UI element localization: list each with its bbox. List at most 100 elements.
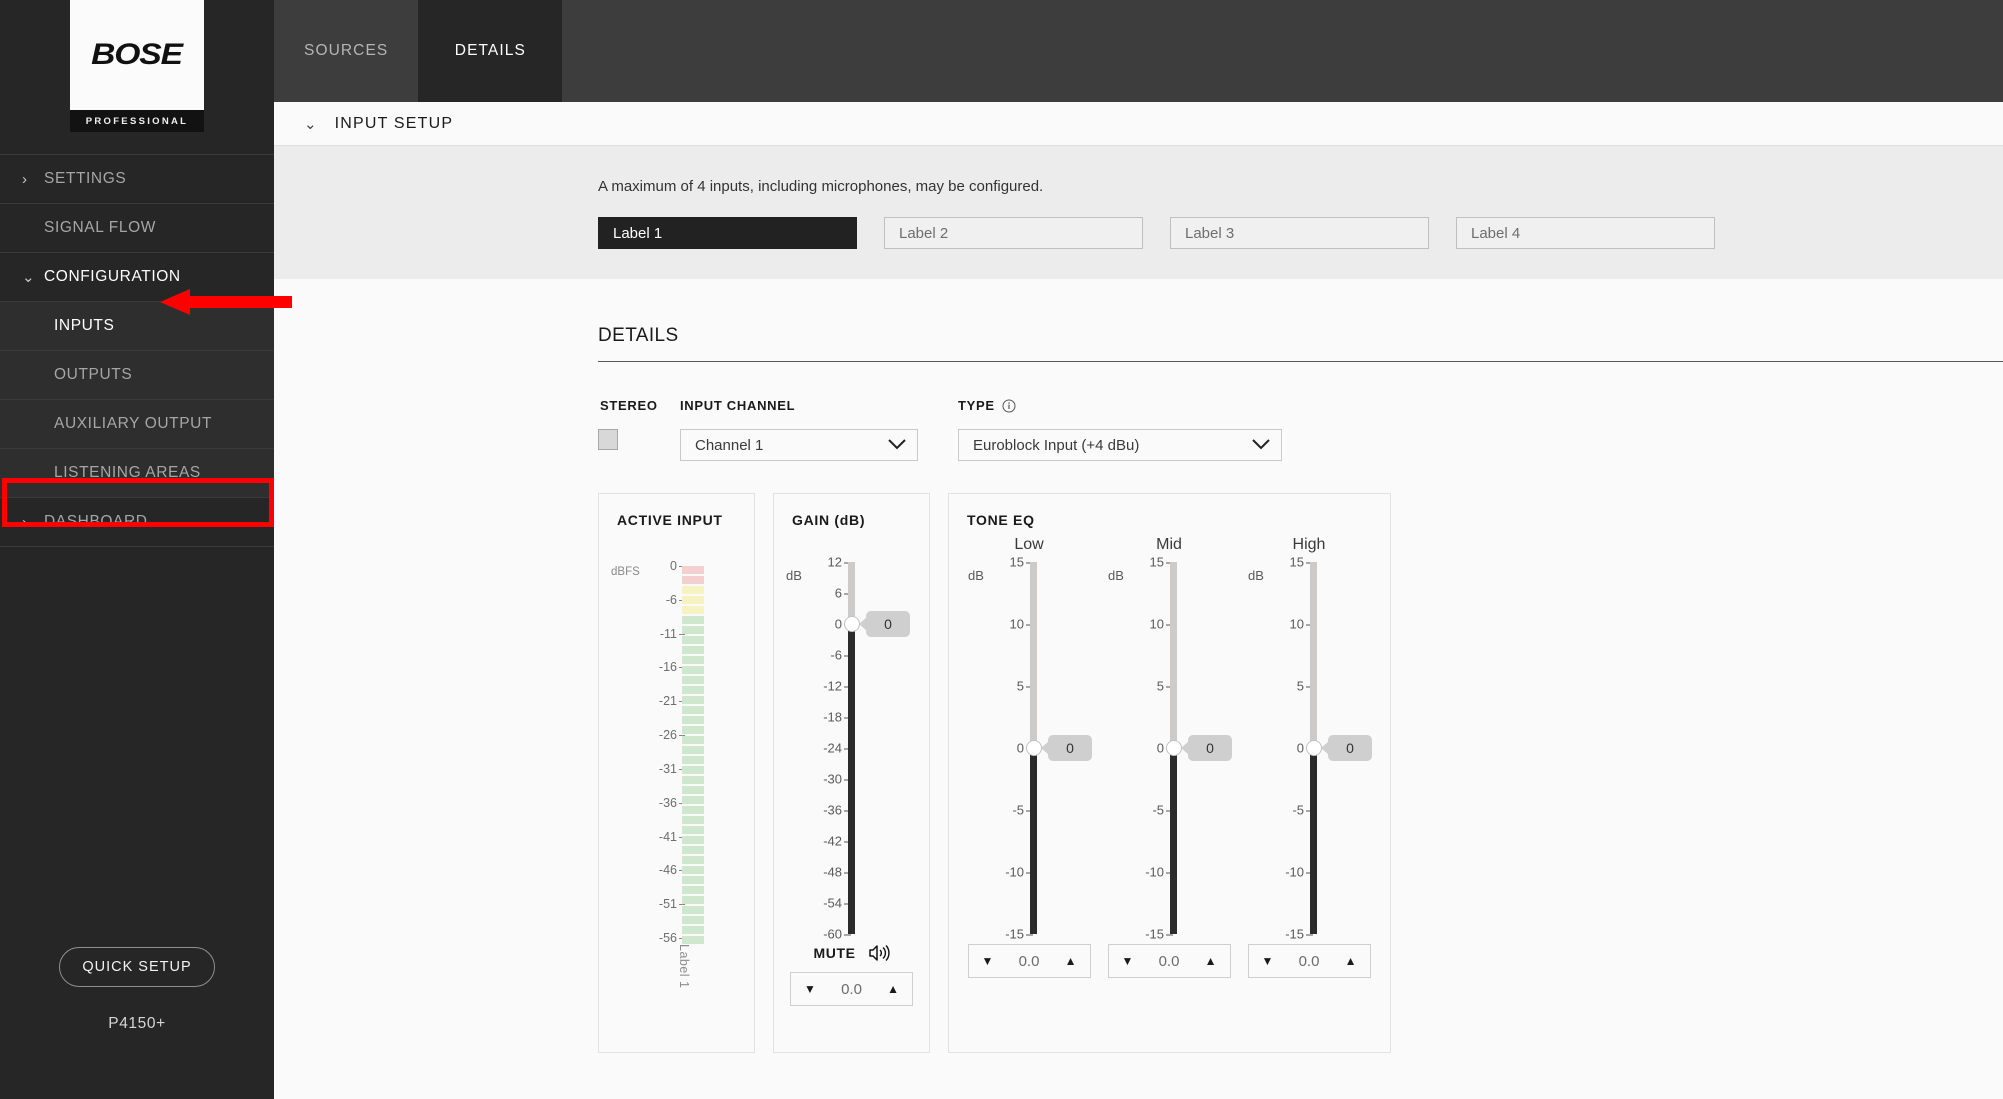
sidebar-item-inputs[interactable]: INPUTS — [0, 302, 274, 351]
brand-logo: BOSE PROFESSIONAL — [70, 0, 204, 132]
active-input-panel: ACTIVE INPUT dBFS 0 -6 -11 -16 -21 -26 -31 -36 -… — [598, 493, 755, 1053]
tone-eq-band-mid: Mid dB 15 10 5 0 -5 -10 -15 0 ▼ 0.0 ▲ — [1099, 536, 1239, 978]
slider-tick: 15 — [1149, 554, 1174, 570]
slider-tick: -54 — [823, 895, 851, 911]
details-section: DETAILS STEREO INPUT CHANNEL Channel 1 T… — [274, 325, 2003, 1053]
triangle-up-icon[interactable]: ▲ — [1065, 955, 1077, 967]
meter-segment — [682, 766, 704, 774]
chevron-right-icon[interactable]: › — [22, 171, 44, 188]
meter-segment — [682, 776, 704, 784]
slider-tick: -18 — [823, 709, 851, 725]
gain-stepper[interactable]: ▼ 0.0 ▲ — [790, 972, 913, 1006]
tone-eq-band-low: Low dB 15 10 5 0 -5 -10 -15 0 ▼ 0.0 ▲ — [959, 536, 1099, 978]
triangle-down-icon[interactable]: ▼ — [1122, 955, 1134, 967]
triangle-up-icon[interactable]: ▲ — [1205, 955, 1217, 967]
meter-segment — [682, 756, 704, 764]
meter-scale: 0 -6 -11 -16 -21 -26 -31 -36 -41 -46 -51 -56 — [641, 559, 686, 945]
tone-eq-stepper-high[interactable]: ▼ 0.0 ▲ — [1247, 944, 1371, 978]
meter-segment — [682, 856, 704, 864]
meter-segment — [682, 886, 704, 894]
quick-setup-button[interactable]: QUICK SETUP — [59, 947, 215, 987]
slider-tick: 10 — [1289, 616, 1314, 632]
meter-segment — [682, 876, 704, 884]
input-channel-select[interactable]: Channel 1 — [680, 429, 918, 461]
tone-eq-slider-high[interactable]: dB 15 10 5 0 -5 -10 -15 0 — [1244, 555, 1374, 942]
bose-logo-box: BOSE — [70, 0, 204, 110]
slider-handle[interactable] — [1166, 740, 1182, 756]
tone-eq-stepper-mid[interactable]: ▼ 0.0 ▲ — [1107, 944, 1231, 978]
slider-tick: -48 — [823, 864, 851, 880]
sidebar-item-label: SIGNAL FLOW — [44, 219, 156, 236]
tab-sources[interactable]: SOURCES — [274, 0, 419, 102]
tone-eq-stepper-value: 0.0 — [1018, 952, 1040, 970]
meter-segment — [682, 916, 704, 924]
slider-tick: -15 — [1005, 926, 1033, 942]
tone-eq-slider-mid[interactable]: dB 15 10 5 0 -5 -10 -15 0 — [1104, 555, 1234, 942]
meter-segment — [682, 806, 704, 814]
input-meter: dBFS 0 -6 -11 -16 -21 -26 -31 -36 -41 -46 -51 -56 L… — [599, 559, 754, 996]
meter-tick: -46 — [658, 863, 686, 878]
gain-slider[interactable]: dB 12 6 0 -6 -12 -18 -24 -30 -36 -42 -48 -54 -60 0 — [782, 555, 912, 942]
sidebar-item-dashboard[interactable]: › DASHBOARD — [0, 498, 274, 547]
meter-tick: -51 — [658, 897, 686, 912]
sidebar-item-outputs[interactable]: OUTPUTS — [0, 351, 274, 400]
chevron-down-icon[interactable] — [887, 438, 907, 452]
slider-track-upper — [1310, 562, 1317, 748]
details-divider — [598, 361, 2003, 362]
sidebar-item-label: OUTPUTS — [54, 366, 133, 383]
triangle-up-icon[interactable]: ▲ — [1345, 955, 1357, 967]
sidebar-item-label: LISTENING AREAS — [54, 464, 201, 481]
triangle-up-icon[interactable]: ▲ — [887, 983, 899, 995]
slider-handle[interactable] — [1306, 740, 1322, 756]
input-label-tab-1[interactable]: Label 1 — [598, 217, 857, 249]
chevron-down-icon[interactable]: ⌄ — [304, 115, 317, 133]
triangle-down-icon[interactable]: ▼ — [1262, 955, 1274, 967]
meter-segment — [682, 586, 704, 594]
slider-tick: 6 — [834, 585, 852, 601]
chevron-right-icon[interactable]: › — [22, 514, 44, 531]
sidebar-item-signal-flow[interactable]: SIGNAL FLOW — [0, 204, 274, 253]
triangle-down-icon[interactable]: ▼ — [804, 983, 816, 995]
sidebar-item-configuration[interactable]: ⌄ CONFIGURATION — [0, 253, 274, 302]
sidebar-item-settings[interactable]: › SETTINGS — [0, 155, 274, 204]
slider-unit-label: dB — [968, 568, 984, 583]
tone-eq-band-label: Low — [1014, 536, 1044, 553]
info-icon[interactable] — [1002, 399, 1016, 413]
slider-tick: -5 — [1152, 802, 1173, 818]
type-label-text: TYPE — [958, 398, 995, 413]
meter-tick: -31 — [658, 761, 686, 776]
triangle-down-icon[interactable]: ▼ — [982, 955, 994, 967]
slider-handle[interactable] — [844, 616, 860, 632]
slider-tick: 15 — [1289, 554, 1314, 570]
slider-tick: -42 — [823, 833, 851, 849]
tone-eq-stepper-value: 0.0 — [1298, 952, 1320, 970]
input-setup-panel: A maximum of 4 inputs, including microph… — [274, 146, 2003, 279]
input-setup-header[interactable]: ⌄ INPUT SETUP — [274, 102, 2003, 146]
tab-details[interactable]: DETAILS — [418, 0, 563, 102]
chevron-down-icon[interactable]: ⌄ — [22, 268, 44, 286]
type-select[interactable]: Euroblock Input (+4 dBu) — [958, 429, 1282, 461]
stereo-checkbox[interactable] — [598, 429, 618, 450]
chevron-down-icon[interactable] — [1251, 438, 1271, 452]
slider-ticks: 12 6 0 -6 -12 -18 -24 -30 -36 -42 -48 -54 -60 — [808, 555, 852, 942]
sidebar-item-listening-areas[interactable]: LISTENING AREAS — [0, 449, 274, 498]
gain-title: GAIN (dB) — [792, 512, 866, 528]
meter-tick: -6 — [665, 592, 686, 607]
speaker-icon[interactable] — [868, 944, 890, 962]
sidebar-item-label: SETTINGS — [44, 170, 127, 187]
tone-eq-band-label: Mid — [1156, 536, 1182, 553]
tone-eq-slider-low[interactable]: dB 15 10 5 0 -5 -10 -15 0 — [964, 555, 1094, 942]
professional-wordmark: PROFESSIONAL — [70, 110, 204, 132]
input-label-tab-3[interactable]: Label 3 — [1170, 217, 1429, 249]
slider-value-bubble: 0 — [1048, 735, 1092, 761]
slider-handle[interactable] — [1026, 740, 1042, 756]
sidebar-item-auxiliary-output[interactable]: AUXILIARY OUTPUT — [0, 400, 274, 449]
input-label-tab-4[interactable]: Label 4 — [1456, 217, 1715, 249]
input-channel-field: INPUT CHANNEL Channel 1 — [680, 398, 918, 461]
meter-segment — [682, 566, 704, 574]
tone-eq-stepper-low[interactable]: ▼ 0.0 ▲ — [967, 944, 1091, 978]
input-label-tab-2[interactable]: Label 2 — [884, 217, 1143, 249]
meter-tick: -41 — [658, 829, 686, 844]
slider-tick: 5 — [1156, 678, 1174, 694]
stereo-field: STEREO — [598, 398, 680, 450]
